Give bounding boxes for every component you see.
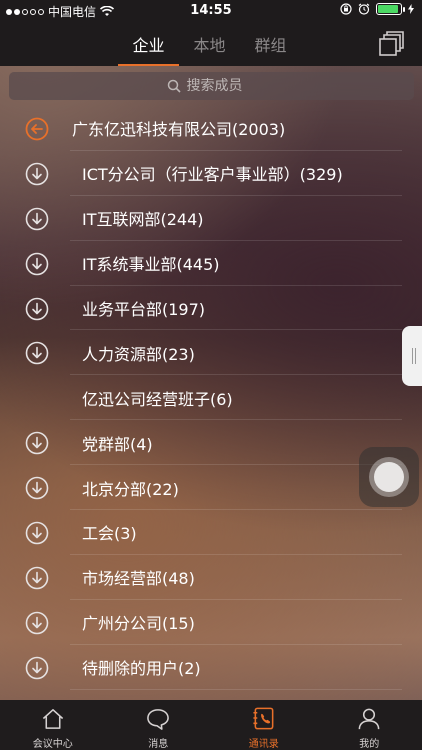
list-item[interactable]: 市场经营部(48) [0,555,422,600]
expand-down-icon[interactable] [25,476,49,500]
person-icon [358,708,380,730]
tab-label: 消息 [148,739,169,750]
battery-icon [376,3,405,15]
search-bar[interactable] [9,72,414,100]
contact-scope-tabs: 企业 本地 群组 [118,22,301,66]
list-item-label: 北京分部(22) [82,479,179,499]
tab-local[interactable]: 本地 [179,22,240,66]
expand-down-icon[interactable] [25,162,49,186]
assistive-touch-button[interactable] [359,447,419,507]
department-list: 广东亿迅科技有限公司(2003) ICT分公司（行业客户事业部）(329) IT… [0,106,422,690]
charging-icon [408,4,414,14]
search-icon [167,79,181,93]
home-icon [42,709,63,729]
status-bar: 中国电信 14:55 [0,0,422,22]
parent-company-label: 广东亿迅科技有限公司(2003) [72,120,286,140]
expand-down-icon[interactable] [25,656,49,680]
nav-bar: 企业 本地 群组 [0,22,422,66]
list-item[interactable]: IT互联网部(244) [0,196,422,241]
list-item[interactable]: ICT分公司（行业客户事业部）(329) [0,151,422,196]
list-item[interactable]: IT系统事业部(445) [0,241,422,286]
list-item-label: 工会(3) [82,524,137,544]
expand-down-icon[interactable] [25,431,49,455]
expand-down-icon[interactable] [25,341,49,365]
list-item[interactable]: 人力资源部(23) [0,330,422,376]
bottom-tab-bar: 会议中心 消息 通讯录 我的 [0,700,422,750]
multi-window-icon[interactable] [378,31,404,57]
side-drawer-handle[interactable] [402,326,422,386]
expand-down-icon[interactable] [25,297,49,321]
list-item-label: 市场经营部(48) [82,569,195,589]
status-indicators [340,3,414,15]
back-arrow-icon[interactable] [25,117,49,141]
expand-down-icon[interactable] [25,252,49,276]
tab-label: 我的 [359,739,380,750]
tab-meeting-center[interactable]: 会议中心 [0,700,106,750]
parent-company-row[interactable]: 广东亿迅科技有限公司(2003) [0,106,422,151]
list-item-label: 待删除的用户(2) [82,659,201,679]
list-item[interactable]: 广州分公司(15) [0,600,422,645]
alarm-icon [358,3,370,15]
list-item-label: 亿迅公司经营班子(6) [82,389,233,409]
rotation-lock-icon [340,3,352,15]
tab-groups[interactable]: 群组 [240,22,301,66]
tab-profile[interactable]: 我的 [317,700,422,750]
list-item-label: IT互联网部(244) [82,210,204,230]
expand-down-icon[interactable] [25,566,49,590]
list-item-label: 党群部(4) [82,434,153,454]
search-input[interactable] [186,78,257,94]
list-item[interactable]: 工会(3) [0,510,422,555]
tab-contacts[interactable]: 通讯录 [211,700,317,750]
list-item[interactable]: 业务平台部(197) [0,286,422,331]
tab-messages[interactable]: 消息 [106,700,212,750]
contacts-book-icon [253,707,274,730]
chat-bubble-icon [147,709,170,730]
tab-label: 会议中心 [32,739,73,750]
list-item-label: 人力资源部(23) [82,344,195,364]
expand-down-icon[interactable] [25,521,49,545]
list-item-label: 业务平台部(197) [82,300,206,319]
tab-label: 通讯录 [248,739,279,750]
list-item[interactable]: 待删除的用户(2) [0,645,422,690]
assistive-touch-icon [369,457,409,497]
tab-enterprise[interactable]: 企业 [118,22,179,66]
list-item-label: ICT分公司（行业客户事业部）(329) [82,165,343,185]
list-item-label: 广州分公司(15) [82,614,195,634]
expand-down-icon[interactable] [25,611,49,635]
list-item[interactable]: 亿迅公司经营班子(6) [0,375,422,421]
list-item-label: IT系统事业部(445) [82,255,220,275]
expand-down-icon[interactable] [25,207,49,231]
